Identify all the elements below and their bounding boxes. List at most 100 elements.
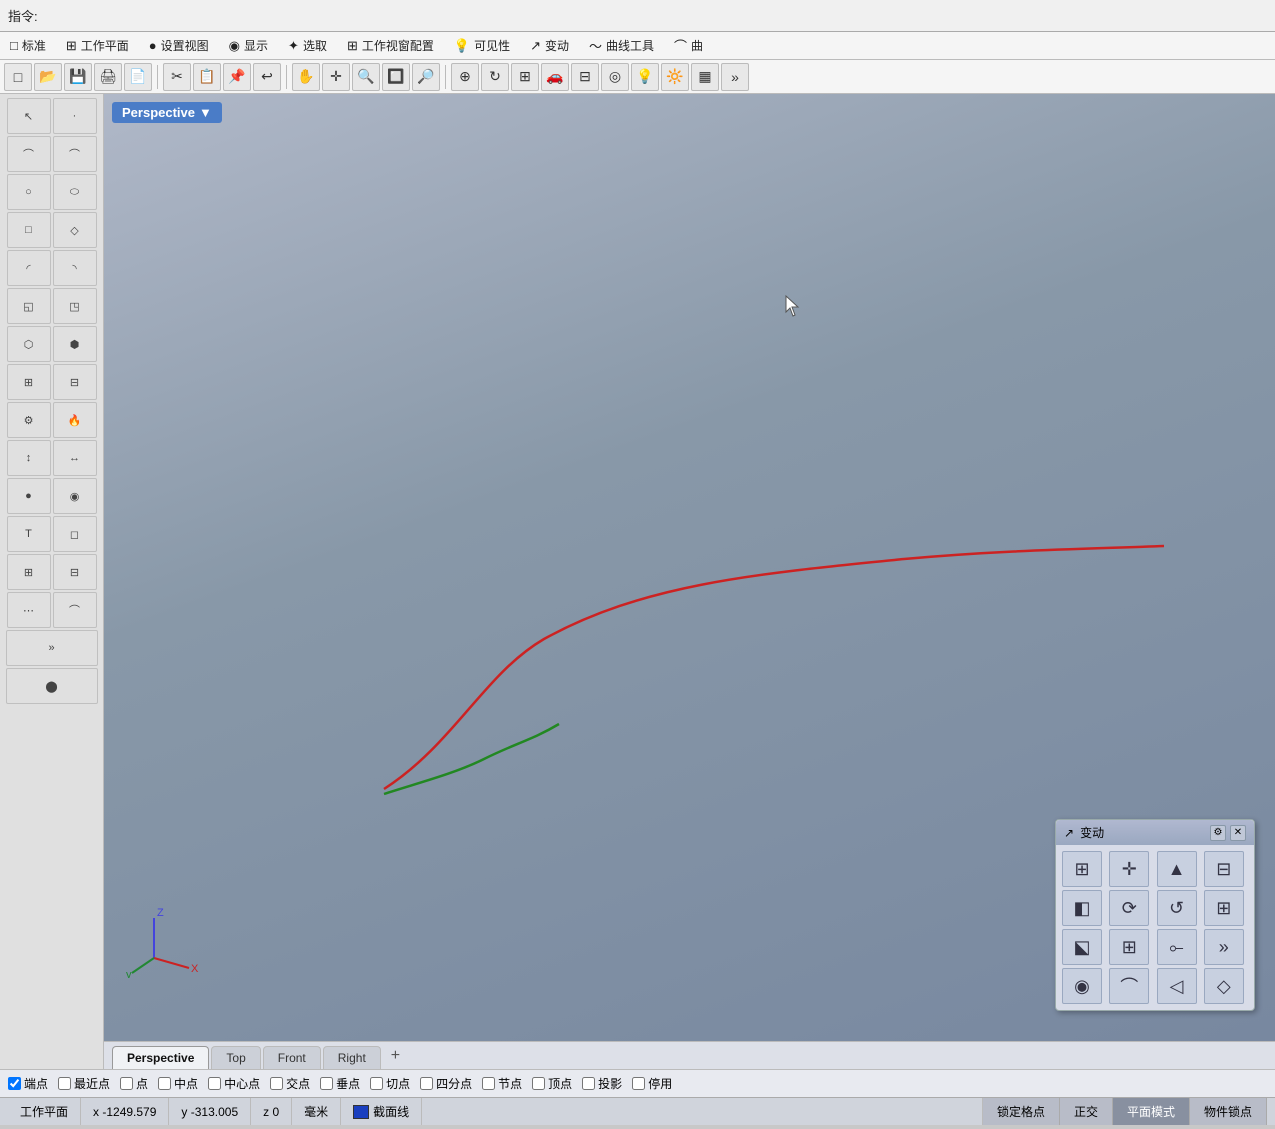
snap-checkbox-intersect[interactable] [270,1077,283,1090]
toolbar-btn-save[interactable]: 💾 [64,63,92,91]
viewport-tab-add[interactable]: + [383,1043,408,1069]
menu-item-standard[interactable]: □标准 [0,33,56,58]
toolbar-btn-zoom-in[interactable]: 🔍 [352,63,380,91]
toolbar-btn-render[interactable]: ▦ [691,63,719,91]
toolbar-btn-zoom-all[interactable]: ⊕ [451,63,479,91]
transform-btn-align-left[interactable]: ◧ [1062,890,1102,926]
snap-checkbox-endpoint[interactable] [8,1077,21,1090]
toolbar-btn-snap-grid[interactable]: ⊟ [571,63,599,91]
toolbar-btn-properties[interactable]: 📄 [124,63,152,91]
viewport-tab-top[interactable]: Top [211,1046,260,1069]
transform-btn-flow[interactable]: ◉ [1062,968,1102,1004]
toolbar-btn-pan[interactable]: ✋ [292,63,320,91]
snap-checkbox-tangent[interactable] [370,1077,383,1090]
left-toolbar-btn-brep2[interactable]: ⊟ [53,364,97,400]
transform-btn-move-center[interactable]: ✛ [1109,851,1149,887]
menu-item-curve-tools[interactable]: 〜曲线工具 [579,32,664,59]
left-toolbar-btn-more-tools[interactable]: » [6,630,98,666]
left-toolbar-btn-arc2[interactable]: ◝ [53,250,97,286]
toolbar-btn-paste[interactable]: 📌 [223,63,251,91]
left-toolbar-btn-dot-curve[interactable]: ⋯ [7,592,51,628]
left-toolbar-btn-rect[interactable]: □ [7,212,51,248]
left-toolbar-btn-ellipse[interactable]: ⬭ [53,174,97,210]
menu-item-select[interactable]: ✦选取 [278,33,337,58]
menu-item-workplane[interactable]: ⊞工作平面 [56,33,139,58]
transform-btn-array[interactable]: ⊞ [1109,929,1149,965]
viewport-tab-perspective[interactable]: Perspective [112,1046,209,1069]
left-toolbar-btn-brep1[interactable]: ⊞ [7,364,51,400]
transform-btn-twist[interactable]: ⟜ [1157,929,1197,965]
menu-item-surface[interactable]: ⌒曲 [664,32,713,59]
left-toolbar-btn-group2[interactable]: ◉ [53,478,97,514]
toolbar-btn-open[interactable]: 📂 [34,63,62,91]
snap-checkbox-point[interactable] [120,1077,133,1090]
perspective-view-label[interactable]: Perspective ▼ [112,102,222,123]
transform-btn-bend[interactable]: ⌒ [1109,968,1149,1004]
left-toolbar-btn-curve3[interactable]: ⌒ [53,592,97,628]
viewport-tab-right[interactable]: Right [323,1046,381,1069]
toolbar-btn-copy[interactable]: 📋 [193,63,221,91]
transform-btn-more[interactable]: » [1204,929,1244,965]
transform-btn-taper[interactable]: ◁ [1157,968,1197,1004]
object-snap-btn[interactable]: 物件锁点 [1190,1098,1267,1125]
transform-btn-rotate3d[interactable]: ⟳ [1109,890,1149,926]
snap-checkbox-nearest[interactable] [58,1077,71,1090]
toolbar-btn-light[interactable]: 💡 [631,63,659,91]
menu-item-display[interactable]: ◉显示 [219,33,278,58]
transform-btn-move-up[interactable]: ▲ [1157,851,1197,887]
snap-checkbox-center[interactable] [208,1077,221,1090]
left-toolbar-btn-arc1[interactable]: ◜ [7,250,51,286]
toolbar-btn-car[interactable]: 🚗 [541,63,569,91]
left-toolbar-btn-curve2[interactable]: ⌒ [53,136,97,172]
left-toolbar-btn-layout1[interactable]: ⊞ [7,554,51,590]
snap-checkbox-project[interactable] [582,1077,595,1090]
toolbar-btn-print[interactable]: 🖨 [94,63,122,91]
toolbar-btn-more[interactable]: » [721,63,749,91]
snap-checkbox-midpoint[interactable] [158,1077,171,1090]
left-toolbar-btn-group1[interactable]: ● [7,478,51,514]
toolbar-btn-move3d[interactable]: ✛ [322,63,350,91]
toolbar-btn-rotate[interactable]: ↻ [481,63,509,91]
left-toolbar-btn-text[interactable]: T [7,516,51,552]
left-toolbar-btn-solid1[interactable]: ⬡ [7,326,51,362]
viewport-tab-front[interactable]: Front [263,1046,321,1069]
ortho-btn[interactable]: 正交 [1060,1098,1113,1125]
left-toolbar-btn-solid2[interactable]: ⬢ [53,326,97,362]
left-toolbar-btn-circle[interactable]: ○ [7,174,51,210]
left-toolbar-btn-gear[interactable]: ⚙ [7,402,51,438]
left-toolbar-btn-flame[interactable]: 🔥 [53,402,97,438]
snap-checkbox-vertex[interactable] [532,1077,545,1090]
planar-btn[interactable]: 平面模式 [1113,1098,1190,1125]
left-toolbar-btn-poly[interactable]: ◇ [53,212,97,248]
snap-checkbox-node[interactable] [482,1077,495,1090]
transform-btn-scale3d[interactable]: ⊞ [1204,890,1244,926]
left-toolbar-btn-layout2[interactable]: ⊟ [53,554,97,590]
viewport[interactable]: Perspective ▼ Z [104,94,1275,1041]
toolbar-btn-light2[interactable]: 🔆 [661,63,689,91]
toolbar-btn-undo[interactable]: ↩ [253,63,281,91]
left-toolbar-btn-sphere[interactable]: ⬤ [6,668,98,704]
left-toolbar-btn-curve1[interactable]: ⌒ [7,136,51,172]
transform-settings-btn[interactable]: ⚙ [1210,825,1226,841]
toolbar-btn-zoom-sel[interactable]: 🔎 [412,63,440,91]
left-toolbar-btn-box[interactable]: ◻ [53,516,97,552]
left-toolbar-btn-select-arrow[interactable]: ↖ [7,98,51,134]
transform-btn-project[interactable]: ◇ [1204,968,1244,1004]
left-toolbar-btn-dim2[interactable]: ↔ [53,440,97,476]
transform-btn-move-all[interactable]: ⊞ [1062,851,1102,887]
snap-checkbox-disable[interactable] [632,1077,645,1090]
transform-btn-rotate-flat[interactable]: ↺ [1157,890,1197,926]
lock-grid-btn[interactable]: 锁定格点 [983,1098,1060,1125]
transform-close-btn[interactable]: ✕ [1230,825,1246,841]
toolbar-btn-grid[interactable]: ⊞ [511,63,539,91]
toolbar-btn-new[interactable]: □ [4,63,32,91]
snap-checkbox-quarter[interactable] [420,1077,433,1090]
menu-item-transform[interactable]: ↗变动 [520,33,579,58]
toolbar-btn-zoom-win[interactable]: 🔲 [382,63,410,91]
menu-item-setview[interactable]: ●设置视图 [139,33,219,58]
left-toolbar-btn-surface1[interactable]: ◱ [7,288,51,324]
command-input[interactable] [38,8,238,23]
menu-item-viewport-config[interactable]: ⊞工作视窗配置 [337,33,444,58]
transform-btn-mirror[interactable]: ⬕ [1062,929,1102,965]
toolbar-btn-orbit[interactable]: ◎ [601,63,629,91]
